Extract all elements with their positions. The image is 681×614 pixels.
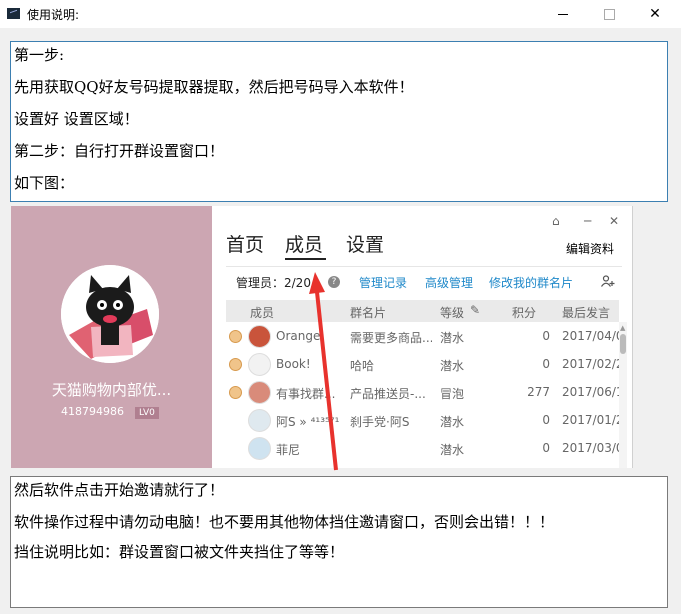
- instructions-window: 使用说明: ✕ 第一步: 先用获取QQ好友号码提取器提取，然后把号码导入本软件！…: [0, 0, 681, 614]
- instructions-bottom-textbox[interactable]: 然后软件点击开始邀请就行了！ 软件操作过程中请勿动电脑！也不要用其他物体挡住邀请…: [10, 476, 668, 608]
- instruction-line: 然后软件点击开始邀请就行了！: [14, 481, 225, 499]
- instruction-line: 挡住说明比如：群设置窗口被文件夹挡住了等等！: [14, 543, 345, 561]
- instruction-line: 软件操作过程中请勿动电脑！也不要用其他物体挡住邀请窗口，否则会出错！！！: [14, 513, 555, 531]
